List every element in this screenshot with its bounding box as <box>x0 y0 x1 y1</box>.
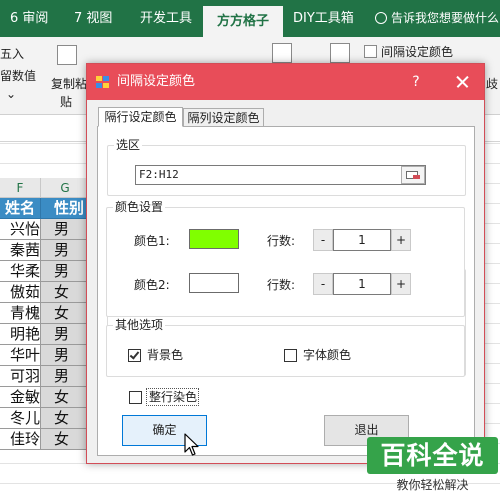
ribbon-copy-paste-label-2[interactable]: 贴 <box>60 93 72 110</box>
dialog-titlebar[interactable]: 间隔设定颜色 ? <box>87 64 484 100</box>
color-settings-group-title: 颜色设置 <box>113 199 166 215</box>
cell-sex[interactable]: 男 <box>41 219 90 240</box>
tell-me-search[interactable]: 告诉我您想要做什么 <box>375 0 499 37</box>
color1-swatch[interactable] <box>189 229 239 249</box>
cell-name[interactable]: 青槐 <box>0 303 41 324</box>
other-options-group-title: 其他选项 <box>113 317 166 333</box>
font-color-label: 字体颜色 <box>303 348 352 362</box>
rows1-decrement-button[interactable]: - <box>313 229 333 251</box>
cell-name[interactable]: 可羽 <box>0 366 41 387</box>
tab-column-interval-color[interactable]: 隔列设定颜色 <box>183 108 264 127</box>
rows2-increment-button[interactable]: + <box>391 273 411 295</box>
color2-swatch[interactable] <box>189 273 239 293</box>
interval-color-icon[interactable] <box>364 45 377 58</box>
background-color-label: 背景色 <box>147 348 184 362</box>
watermark-title: 百科全说 <box>367 437 498 474</box>
cell-name[interactable]: 冬儿 <box>0 408 41 429</box>
cell-sex[interactable]: 女 <box>41 303 90 324</box>
column-header-f[interactable]: F <box>0 178 41 198</box>
whole-row-color-checkbox[interactable] <box>129 391 142 404</box>
cell-name[interactable]: 华叶 <box>0 345 41 366</box>
rows2-label: 行数: <box>267 278 296 292</box>
cell-name[interactable]: 傲茹 <box>0 282 41 303</box>
cell-name[interactable]: 兴怡 <box>0 219 41 240</box>
ribbon-keep-value-label[interactable]: 留数值 <box>0 67 36 84</box>
tab-diy-toolbox[interactable]: DIY工具箱 <box>293 0 354 37</box>
cell-sex[interactable]: 男 <box>41 324 90 345</box>
cell-sex[interactable]: 女 <box>41 282 90 303</box>
watermark-logo: 百科全说 教你轻松解决 <box>367 437 498 497</box>
ribbon-partial-label[interactable]: 歧 <box>486 75 498 92</box>
ribbon-round-label[interactable]: 五入 <box>0 45 24 62</box>
tab-row-interval-color[interactable]: 隔行设定颜色 <box>98 107 183 127</box>
background-color-checkbox[interactable] <box>128 349 141 362</box>
cell-name[interactable]: 金敏 <box>0 387 41 408</box>
ribbon-copy-paste-label[interactable]: 复制粘 <box>51 75 87 92</box>
ribbon-tab-bar: 6 审阅 7 视图 开发工具 方方格子 DIY工具箱 告诉我您想要做什么 <box>0 0 500 37</box>
whole-row-color-label: 整行染色 <box>149 390 198 404</box>
panel-contents: 颜色设置 颜色1: 行数: - 1 + 颜色2: 行数: - 1 + 其他选项 … <box>97 126 475 456</box>
tab-view[interactable]: 7 视图 <box>74 0 112 37</box>
header-cell-name[interactable]: 姓名 <box>0 198 41 219</box>
cell-sex[interactable]: 女 <box>41 429 90 450</box>
column-header-g[interactable]: G <box>41 178 90 198</box>
cell-sex[interactable]: 男 <box>41 345 90 366</box>
rows2-input[interactable]: 1 <box>333 273 391 295</box>
cell-name[interactable]: 明艳 <box>0 324 41 345</box>
tell-me-text: 告诉我您想要做什么 <box>391 11 500 25</box>
watermark-subtitle: 教你轻松解决 <box>396 478 469 492</box>
app-grid-icon <box>96 76 110 89</box>
grid-icon[interactable] <box>272 43 292 63</box>
mouse-cursor-icon <box>184 433 199 456</box>
cell-sex[interactable]: 女 <box>41 387 90 408</box>
ribbon-dropdown-arrow[interactable]: ⌄ <box>6 87 16 101</box>
sort-az-icon[interactable] <box>330 43 350 63</box>
color2-label: 颜色2: <box>134 278 170 292</box>
close-icon[interactable] <box>444 64 480 100</box>
rows1-label: 行数: <box>267 234 296 248</box>
cell-name[interactable]: 佳玲 <box>0 429 41 450</box>
header-cell-sex[interactable]: 性别 <box>41 198 90 219</box>
cell-name[interactable]: 秦茜 <box>0 240 41 261</box>
font-color-checkbox[interactable] <box>284 349 297 362</box>
cell-sex[interactable]: 女 <box>41 408 90 429</box>
rows2-decrement-button[interactable]: - <box>313 273 333 295</box>
color-settings-group: 颜色设置 颜色1: 行数: - 1 + 颜色2: 行数: - 1 + <box>106 199 465 317</box>
checkmark-icon <box>129 349 140 360</box>
lightbulb-icon <box>375 12 387 24</box>
clipboard-icon[interactable] <box>57 45 77 65</box>
color1-label: 颜色1: <box>134 234 170 248</box>
rows1-increment-button[interactable]: + <box>391 229 411 251</box>
tab-developer[interactable]: 开发工具 <box>140 0 192 37</box>
cell-sex[interactable]: 男 <box>41 261 90 282</box>
cell-sex[interactable]: 男 <box>41 366 90 387</box>
ribbon-interval-color-button[interactable]: 间隔设定颜色 <box>381 43 453 60</box>
cell-sex[interactable]: 男 <box>41 240 90 261</box>
rows1-input[interactable]: 1 <box>333 229 391 251</box>
cell-name[interactable]: 华柔 <box>0 261 41 282</box>
help-button[interactable]: ? <box>401 64 431 100</box>
dialog-title: 间隔设定颜色 <box>117 74 196 89</box>
other-options-group: 其他选项 背景色 字体颜色 <box>106 317 465 377</box>
tab-fangfang-gezi[interactable]: 方方格子 <box>203 6 284 37</box>
tab-review[interactable]: 6 审阅 <box>10 0 48 37</box>
